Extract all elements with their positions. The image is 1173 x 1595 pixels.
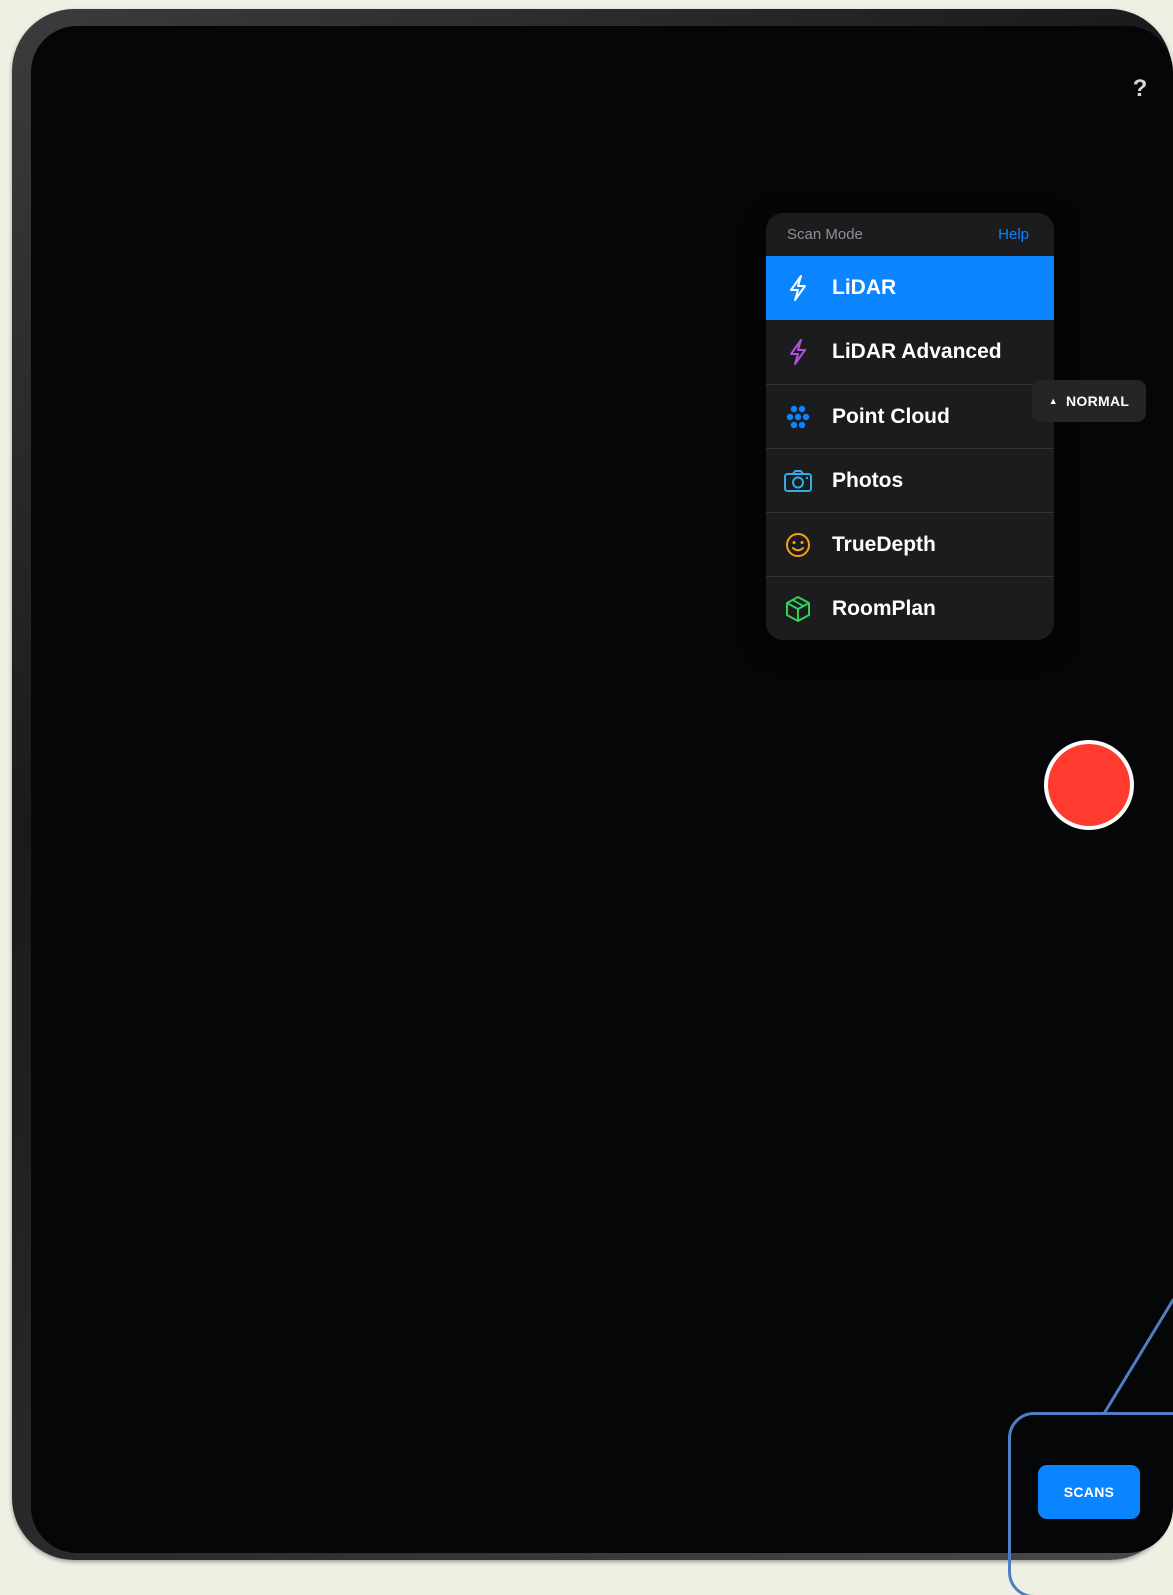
scan-mode-item-roomplan[interactable]: RoomPlan (766, 576, 1054, 640)
scan-mode-item-point-cloud[interactable]: Point Cloud (766, 384, 1054, 448)
camera-viewport: ? Scan Mode Help LiDAR LiDAR Advanced Po… (31, 26, 1173, 1553)
ipad-frame: ? Scan Mode Help LiDAR LiDAR Advanced Po… (12, 9, 1173, 1560)
bolt-icon (783, 273, 813, 303)
scan-mode-menu-header: Scan Mode Help (766, 213, 1054, 256)
record-icon (1048, 744, 1130, 826)
record-button[interactable] (1044, 740, 1134, 830)
smiley-face-icon (783, 530, 813, 560)
cube-icon (783, 594, 813, 624)
scan-mode-help-link[interactable]: Help (998, 226, 1029, 243)
scan-quality-button[interactable]: ▲ NORMAL (1032, 380, 1146, 422)
triangle-up-icon: ▲ (1048, 396, 1058, 406)
scan-mode-title: Scan Mode (787, 226, 863, 243)
scan-mode-item-label: LiDAR Advanced (832, 340, 1002, 363)
camera-icon (783, 466, 813, 496)
bolt-icon (783, 337, 813, 367)
scan-mode-item-photos[interactable]: Photos (766, 448, 1054, 512)
scan-mode-item-label: RoomPlan (832, 597, 936, 620)
scan-quality-label: NORMAL (1065, 393, 1130, 409)
scan-mode-item-label: LiDAR (832, 276, 897, 299)
scan-mode-item-label: Photos (832, 469, 904, 492)
scan-mode-item-lidar-advanced[interactable]: LiDAR Advanced (766, 320, 1054, 384)
scan-mode-item-label: TrueDepth (832, 533, 936, 556)
scan-mode-menu: Scan Mode Help LiDAR LiDAR Advanced Poin… (766, 213, 1054, 640)
page: ? Scan Mode Help LiDAR LiDAR Advanced Po… (0, 0, 1173, 1595)
scan-mode-item-truedepth[interactable]: TrueDepth (766, 512, 1054, 576)
callout-highlight-box (1008, 1412, 1173, 1595)
dots-cluster-icon (783, 402, 813, 432)
scan-mode-item-lidar[interactable]: LiDAR (766, 256, 1054, 320)
scan-mode-item-label: Point Cloud (832, 405, 950, 428)
help-question-icon[interactable]: ? (1127, 74, 1153, 104)
